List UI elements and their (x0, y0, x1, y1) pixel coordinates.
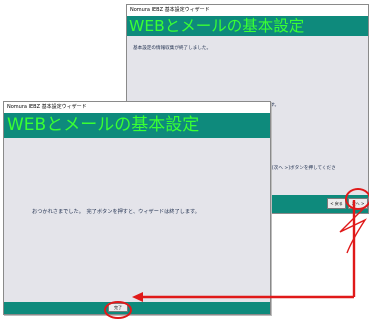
arrow-head (132, 292, 143, 302)
annotation-arrow (132, 200, 369, 302)
